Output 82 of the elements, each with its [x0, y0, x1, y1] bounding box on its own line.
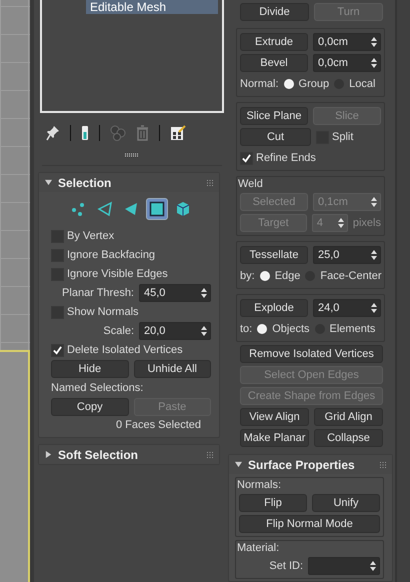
rollout-header[interactable]: Surface Properties — [229, 455, 392, 474]
expand-triangle-icon — [45, 451, 52, 458]
cube-icon — [175, 201, 191, 217]
radio-group-label: Normal: — [240, 78, 279, 90]
spinner-arrows-icon[interactable] — [371, 58, 377, 68]
checkbox[interactable] — [240, 152, 253, 164]
test-tube-icon[interactable] — [81, 125, 89, 141]
spinner-arrows-icon[interactable] — [371, 37, 377, 47]
spinner-label: Scale: — [103, 325, 134, 337]
spinner-field[interactable]: 25,0 — [313, 246, 381, 264]
checkbox-label: By Vertex — [67, 230, 114, 242]
button[interactable]: Hide — [51, 360, 128, 378]
filled-triangle-icon — [123, 201, 139, 217]
radio-group-label: to: — [240, 323, 252, 335]
checkbox[interactable] — [51, 344, 64, 356]
checkbox-label: Show Normals — [67, 306, 139, 318]
radio-group-label: by: — [240, 270, 255, 282]
section-label: Named Selections: — [51, 382, 144, 394]
checkmark-icon — [53, 346, 62, 354]
button[interactable]: Make Planar — [240, 429, 309, 447]
collapse-triangle-icon — [235, 461, 242, 468]
square-icon — [149, 201, 165, 217]
radio-button[interactable] — [260, 271, 270, 281]
button[interactable]: View Align — [240, 408, 309, 426]
rollout-header[interactable]: Soft Selection — [39, 445, 219, 464]
spinner-field[interactable]: 24,0 — [313, 299, 381, 317]
spinner-arrows-icon[interactable] — [201, 326, 207, 336]
button[interactable]: Remove Isolated Vertices — [240, 345, 383, 363]
button[interactable]: Divide — [240, 3, 309, 21]
trash-icon — [136, 125, 149, 141]
button[interactable]: Explode — [240, 299, 308, 317]
spinner-field[interactable]: 20,0 — [139, 322, 211, 340]
checkbox-label: Delete Isolated Vertices — [67, 344, 183, 356]
radio-label: Face-Center — [320, 270, 382, 282]
triangle-outline-icon — [97, 201, 113, 217]
stack-item[interactable]: Editable Mesh — [86, 0, 218, 14]
radio-label: Elements — [330, 323, 376, 335]
status-text: 0 Faces Selected — [116, 418, 202, 431]
radio-label: Objects — [272, 323, 310, 335]
group-title: Material: — [237, 542, 280, 554]
checkbox-label: Refine Ends — [256, 152, 316, 164]
spinner-field[interactable]: 0,0cm — [313, 54, 381, 72]
button[interactable]: Grid Align — [314, 408, 383, 426]
drag-handle-icon[interactable] — [125, 153, 139, 157]
radio-button[interactable] — [284, 79, 294, 89]
pin-icon[interactable] — [46, 125, 60, 141]
collapse-triangle-icon — [45, 179, 52, 186]
radio-label: Local — [349, 78, 376, 90]
button[interactable]: Flip — [239, 494, 307, 512]
unit-label: pixels — [352, 217, 381, 229]
grid-pencil-icon[interactable] — [170, 125, 186, 141]
spinner-field[interactable]: 0,0cm — [313, 33, 381, 51]
spinner-arrows-icon[interactable] — [371, 250, 377, 260]
circles-icon — [110, 125, 126, 141]
radio-label: Group — [298, 78, 330, 90]
button[interactable]: Extrude — [240, 33, 308, 51]
button[interactable]: Slice Plane — [240, 107, 308, 125]
group-title: Normals: — [237, 479, 282, 491]
button[interactable]: Tessellate — [240, 246, 308, 264]
spinner-label: Planar Thresh: — [62, 287, 134, 299]
checkbox-label: Ignore Backfacing — [67, 249, 156, 261]
spinner-arrows-icon[interactable] — [370, 561, 376, 571]
selection-level-button[interactable] — [146, 198, 168, 220]
button[interactable]: Collapse — [314, 429, 383, 447]
vertex-dots-icon — [71, 201, 87, 217]
button[interactable]: Flip Normal Mode — [239, 515, 380, 533]
button[interactable]: Unify — [312, 494, 380, 512]
button[interactable]: Unhide All — [134, 360, 211, 378]
button[interactable]: Bevel — [240, 54, 308, 72]
spinner-field[interactable]: 45,0 — [139, 284, 211, 302]
group-title: Weld — [238, 178, 264, 190]
checkbox-label: Split — [332, 131, 354, 143]
spinner-label: Set ID: — [269, 560, 303, 572]
radio-button[interactable] — [257, 324, 268, 334]
spinner-arrows-icon[interactable] — [201, 288, 207, 298]
checkbox-label: Ignore Visible Edges — [67, 268, 168, 280]
spinner-field[interactable] — [308, 557, 380, 575]
button[interactable]: Cut — [240, 128, 311, 146]
checkmark-icon — [242, 154, 251, 162]
button[interactable]: Copy — [51, 398, 128, 416]
radio-label: Edge — [274, 270, 300, 282]
spinner-arrows-icon[interactable] — [371, 303, 377, 313]
